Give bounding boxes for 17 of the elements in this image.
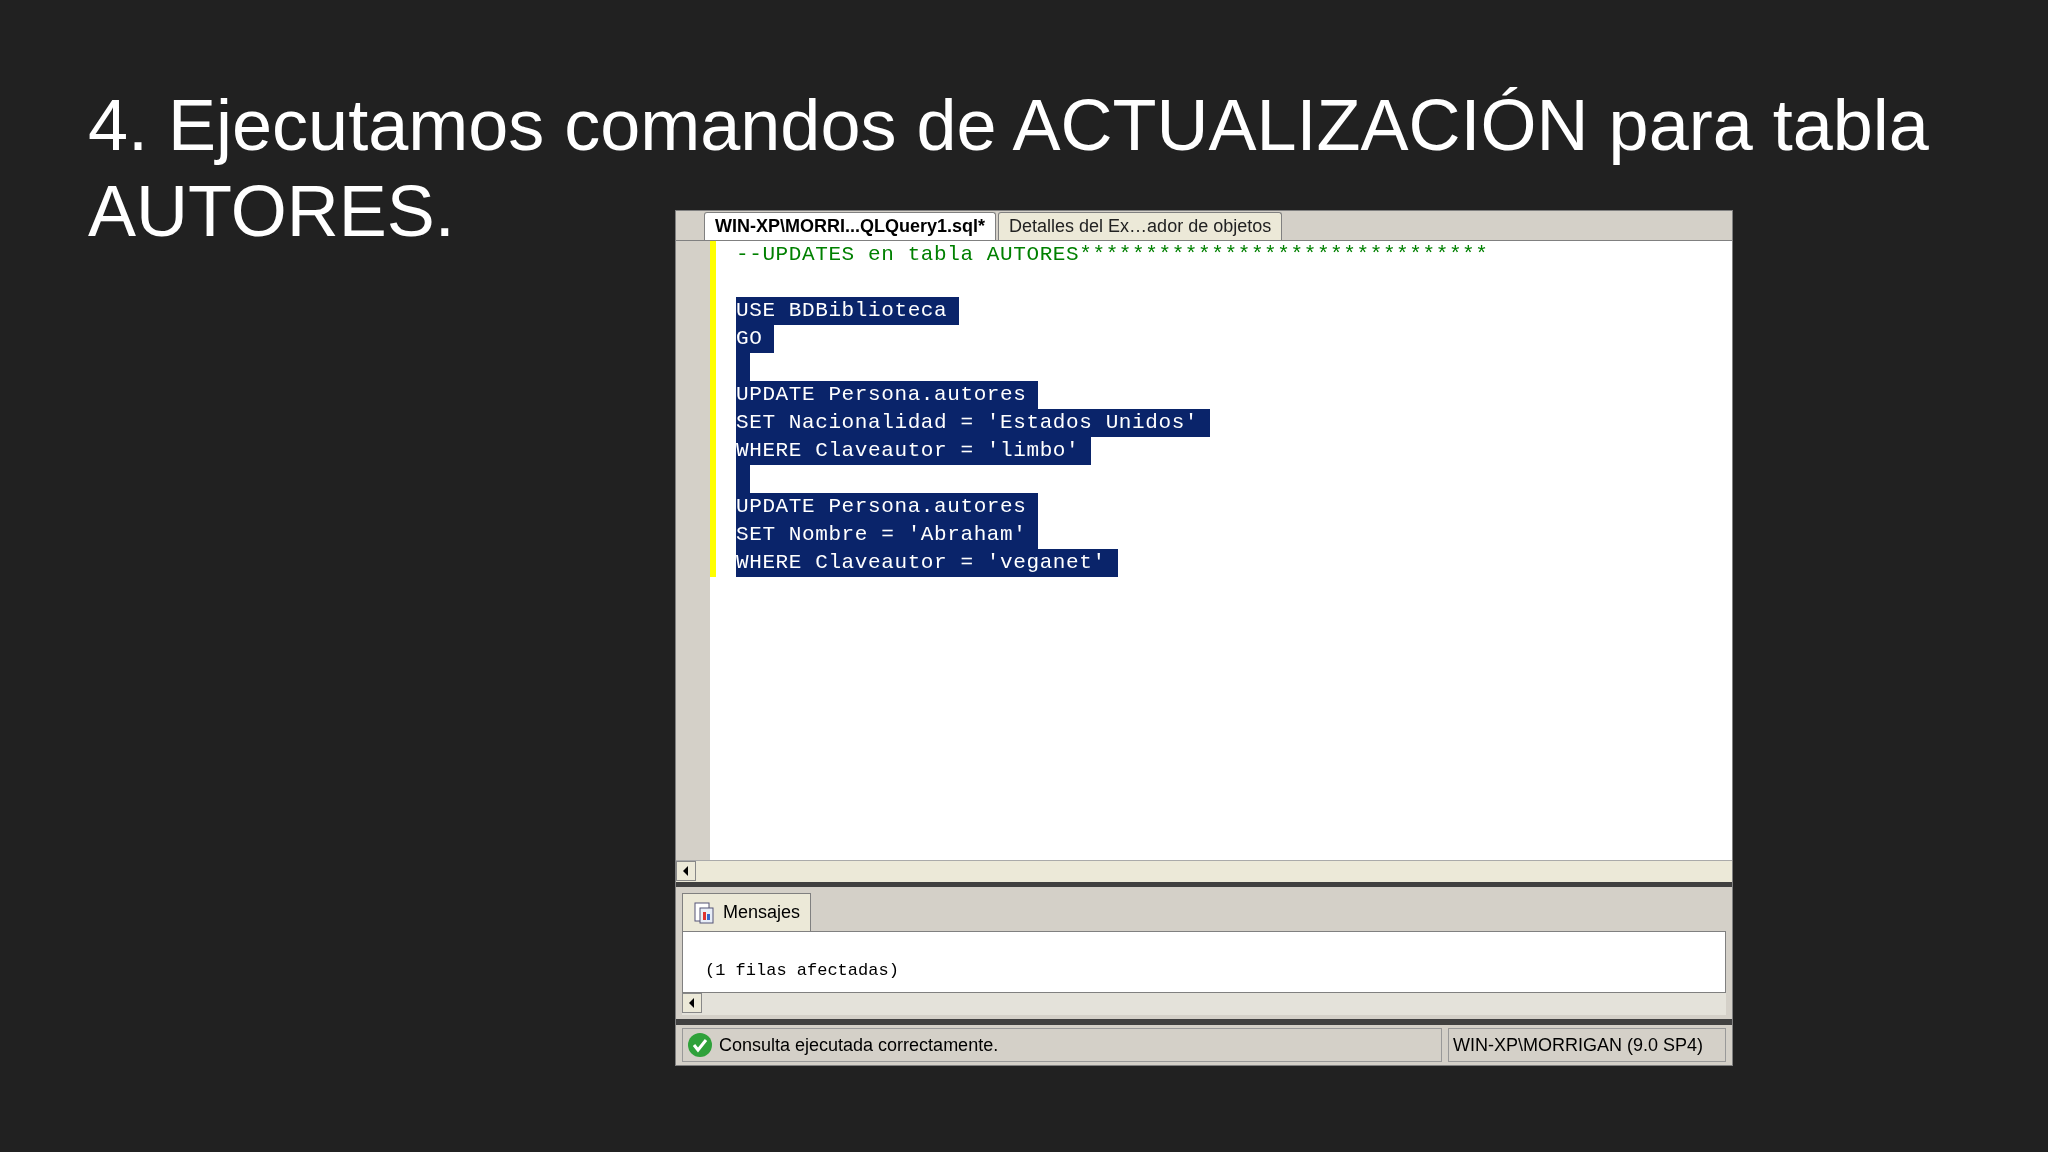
server-status: WIN-XP\MORRIGAN (9.0 SP4) [1448, 1028, 1726, 1062]
messages-tab[interactable]: Mensajes [682, 893, 812, 931]
document-icon [693, 900, 715, 925]
slide-title: AUTORES. [88, 170, 455, 253]
scroll-left-button[interactable] [682, 993, 702, 1013]
slide-title: 4. Ejecutamos comandos de ACTUALIZACIÓN para tabla [88, 84, 1929, 167]
horizontal-scrollbar[interactable] [676, 860, 1732, 882]
status-text: Consulta ejecutada correctamente. [719, 1033, 999, 1057]
horizontal-scrollbar[interactable] [682, 993, 1726, 1015]
checkmark-icon [687, 1032, 713, 1058]
message-text: (1 filas afectadas) [705, 960, 900, 982]
left-arrow-icon [688, 998, 696, 1008]
editor-tab[interactable]: Detalles del Ex…ador de objetos [998, 212, 1283, 240]
editor-tab[interactable]: WIN-XP\MORRI...QLQuery1.sql* [704, 212, 997, 240]
left-arrow-icon [682, 866, 690, 876]
scroll-left-button[interactable] [676, 861, 696, 881]
code-comment: --UPDATES en tabla AUTORES******************************* [736, 242, 1490, 268]
